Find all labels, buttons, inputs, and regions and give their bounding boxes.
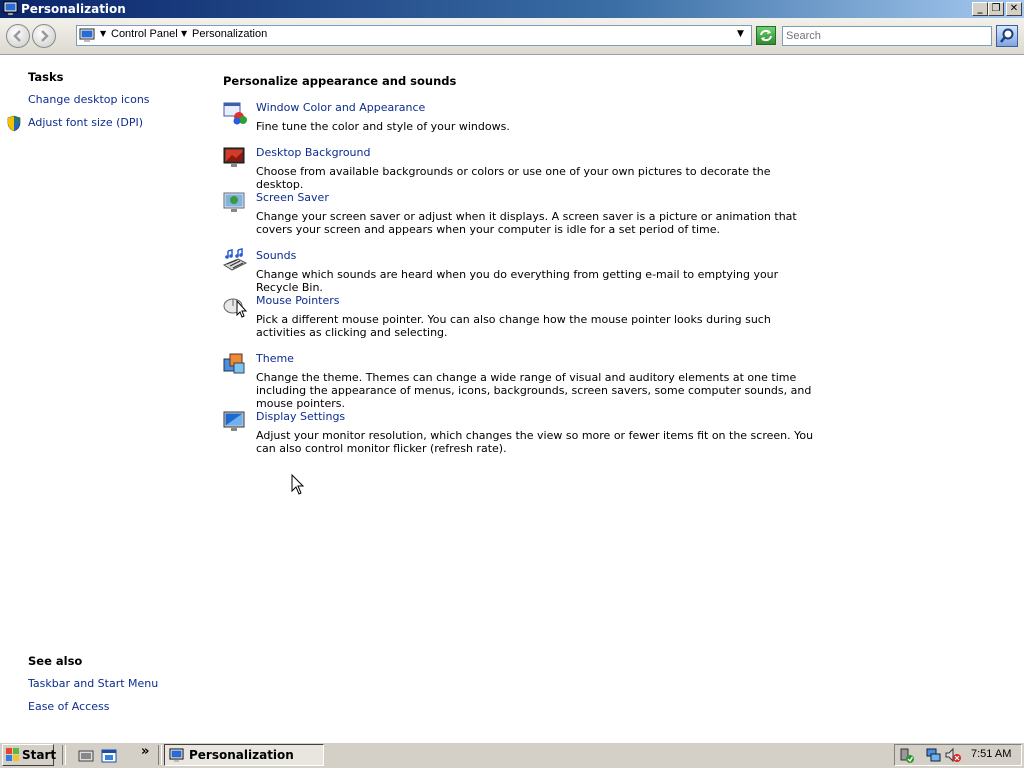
screen-saver-description: Change your screen saver or adjust when … [256,210,797,236]
refresh-button[interactable] [756,26,776,45]
minimize-button[interactable]: _ [972,2,988,16]
display-settings-link[interactable]: Display Settings [256,410,345,424]
sounds-icon[interactable] [222,247,248,273]
safely-remove-hardware-icon[interactable] [898,747,916,764]
ease-of-access-link[interactable]: Ease of Access [28,700,109,713]
breadcrumb-dropdown-icon[interactable]: ▼ [100,29,106,38]
display-settings-icon[interactable] [222,409,248,435]
mouse-cursor-icon [291,474,305,495]
taskbar-separator [62,745,66,765]
windows-logo-icon [6,748,19,761]
breadcrumb-control-panel[interactable]: Control Panel [111,28,178,40]
control-panel-icon [79,28,95,42]
desktop-background-icon[interactable] [222,145,248,171]
forward-arrow-icon [41,30,49,42]
volume-muted-icon[interactable] [944,747,962,764]
breadcrumb-personalization[interactable]: Personalization [192,28,267,40]
taskbar [0,742,1024,768]
mouse-pointers-description: Pick a different mouse pointer. You can … [256,313,771,339]
search-input[interactable] [782,26,992,46]
sounds-link[interactable]: Sounds [256,249,296,263]
close-button[interactable]: ✕ [1006,2,1022,16]
window-color-and-appearance-link[interactable]: Window Color and Appearance [256,101,425,115]
screen-saver-icon[interactable] [222,190,248,216]
network-icon[interactable] [925,747,943,764]
desktop-background-link[interactable]: Desktop Background [256,146,371,160]
uac-shield-icon [7,115,21,132]
personalization-app-icon [3,1,18,16]
forward-button[interactable] [32,24,56,48]
search-icon [1000,28,1014,43]
quick-launch-overflow-button[interactable]: » [141,744,149,759]
address-bar[interactable]: ▼ Control Panel ▼ Personalization ▼ [76,25,752,46]
window-color-icon[interactable] [222,100,248,126]
clock[interactable]: 7:51 AM [971,748,1011,760]
search-button[interactable] [996,25,1018,47]
theme-description: Change the theme. Themes can change a wi… [256,371,812,410]
desktop-background-description: Choose from available backgrounds or col… [256,165,771,191]
back-button[interactable] [6,24,30,48]
tasks-heading: Tasks [28,70,64,84]
address-history-dropdown-icon[interactable]: ▼ [737,29,744,39]
adjust-font-size-link[interactable]: Adjust font size (DPI) [28,116,143,129]
personalization-taskbar-icon [169,748,184,762]
theme-link[interactable]: Theme [256,352,294,366]
mouse-pointers-link[interactable]: Mouse Pointers [256,294,340,308]
theme-icon[interactable] [222,351,248,377]
restore-button[interactable]: ❐ [988,2,1004,16]
page-heading: Personalize appearance and sounds [223,74,457,88]
taskbar-button-personalization[interactable]: Personalization [164,744,324,766]
back-arrow-icon [13,30,21,42]
title-bar[interactable] [0,0,1024,18]
show-desktop-icon[interactable] [78,748,94,764]
sounds-description: Change which sounds are heard when you d… [256,268,779,294]
taskbar-and-start-menu-link[interactable]: Taskbar and Start Menu [28,677,158,690]
start-label: Start [22,748,57,762]
change-desktop-icons-link[interactable]: Change desktop icons [28,93,150,106]
mouse-pointers-icon[interactable] [222,293,248,319]
screen-saver-link[interactable]: Screen Saver [256,191,329,205]
see-also-heading: See also [28,654,83,668]
window-color-description: Fine tune the color and style of your wi… [256,120,510,133]
refresh-icon [760,29,772,42]
display-settings-description: Adjust your monitor resolution, which ch… [256,429,814,455]
breadcrumb-separator-icon[interactable]: ▼ [181,29,187,38]
window-title: Personalization [21,2,126,16]
taskbar-button-label: Personalization [189,748,294,762]
taskbar-separator-2 [158,745,162,765]
start-button[interactable]: Start [2,744,57,766]
switch-windows-icon[interactable] [101,748,117,764]
